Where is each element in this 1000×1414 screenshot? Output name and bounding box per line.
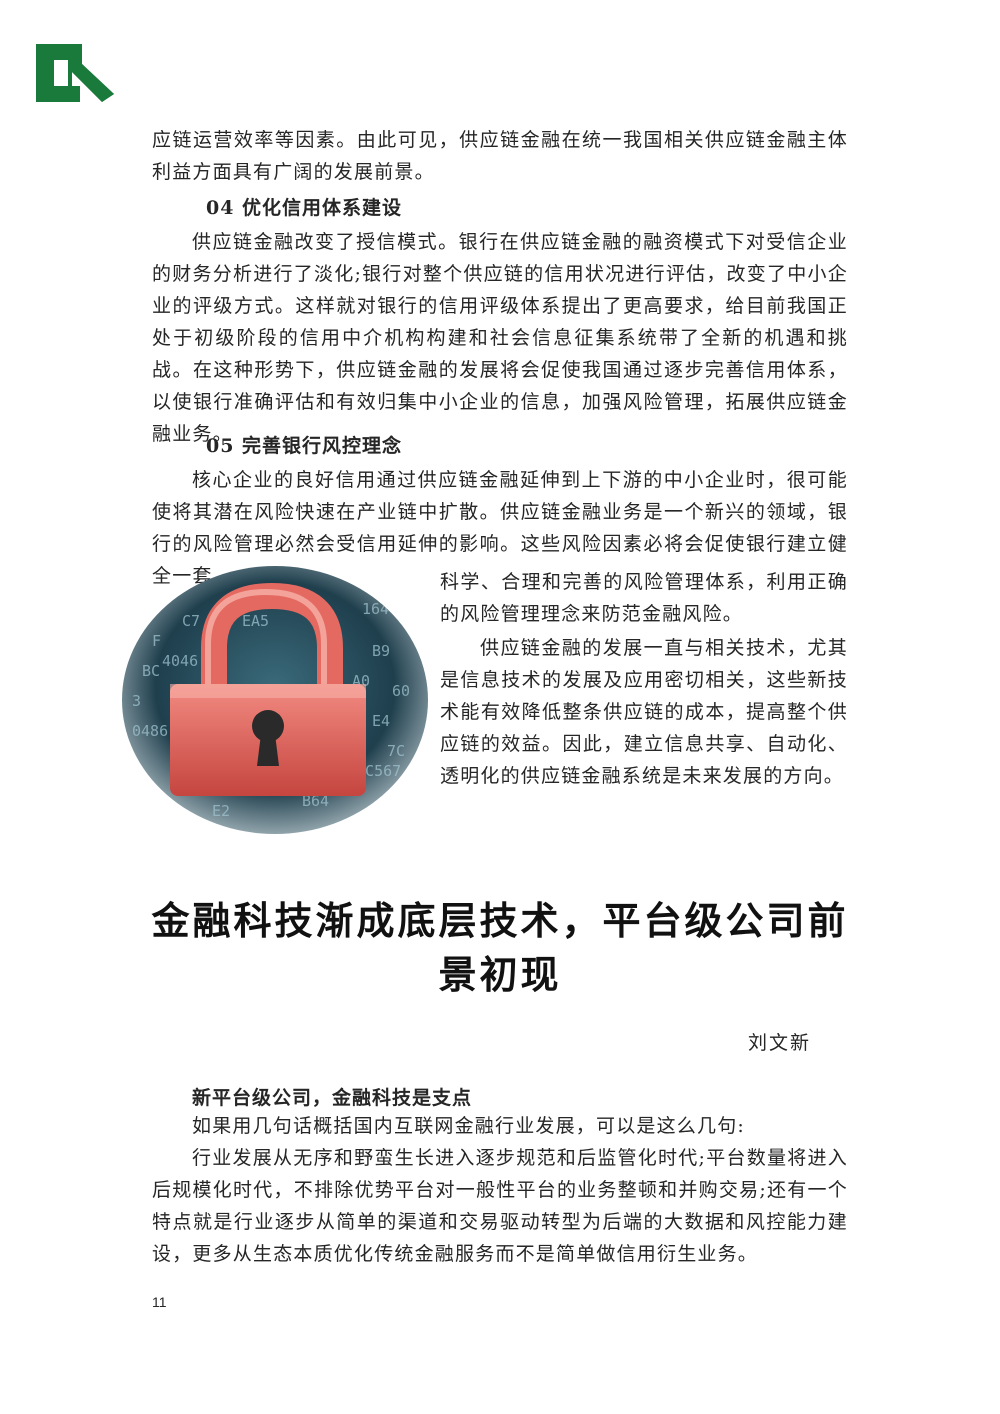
article-paragraph-intro: 如果用几句话概括国内互联网金融行业发展，可以是这么几句: <box>192 1115 746 1137</box>
hex-glyph: B9 <box>372 642 390 660</box>
page-number: 11 <box>152 1294 167 1310</box>
section-heading-04: 04 优化信用体系建设 <box>206 197 403 219</box>
hex-glyph: E4 <box>372 712 390 730</box>
hex-glyph: E2 <box>212 802 230 820</box>
hex-glyph: 60 <box>392 682 410 700</box>
section-heading-05: 05 完善银行风控理念 <box>206 435 403 457</box>
article-author: 刘文新 <box>748 1032 812 1054</box>
article-paragraph-body: 行业发展从无序和野蛮生长进入逐步规范和后监管化时代;平台数量将进入后规模化时代，… <box>152 1147 848 1265</box>
paragraph-risk-control-cont: 科学、合理和完善的风险管理体系，利用正确的风险管理理念来防范金融风险。 <box>440 571 848 625</box>
continuation-paragraph: 应链运营效率等因素。由此可见，供应链金融在统一我国相关供应链金融主体利益方面具有… <box>152 129 848 183</box>
hex-glyph: F <box>152 632 161 650</box>
padlock-illustration: D5 164 E9 B9 A0 60 BC C7 F 3 E4 7C B64 E2 EA5 FBC567 048… <box>122 566 428 834</box>
paragraph-credit-system: 供应链金融改变了授信模式。银行在供应链金融的融资模式下对受信企业的财务分析进行了… <box>152 231 848 445</box>
article-title: 金融科技渐成底层技术，平台级公司前景初现 <box>151 899 849 997</box>
hex-glyph: 3 <box>132 692 141 710</box>
hex-glyph: 7C <box>387 742 405 760</box>
hex-glyph: BC <box>142 662 160 680</box>
hex-glyph: 4046 <box>162 652 198 670</box>
paragraph-technology: 供应链金融的发展一直与相关技术，尤其是信息技术的发展及应用密切相关，这些新技术能… <box>440 637 848 787</box>
hex-glyph: C7 <box>182 612 200 630</box>
hex-glyph: 164 <box>362 600 389 618</box>
padlock-icon: D5 164E9B9A060BCC7F3E47CB64E2EA5FBC567048… <box>122 566 428 834</box>
hex-glyph: EA5 <box>242 612 269 630</box>
hex-glyph: 0486 <box>132 722 168 740</box>
company-logo <box>36 44 114 102</box>
